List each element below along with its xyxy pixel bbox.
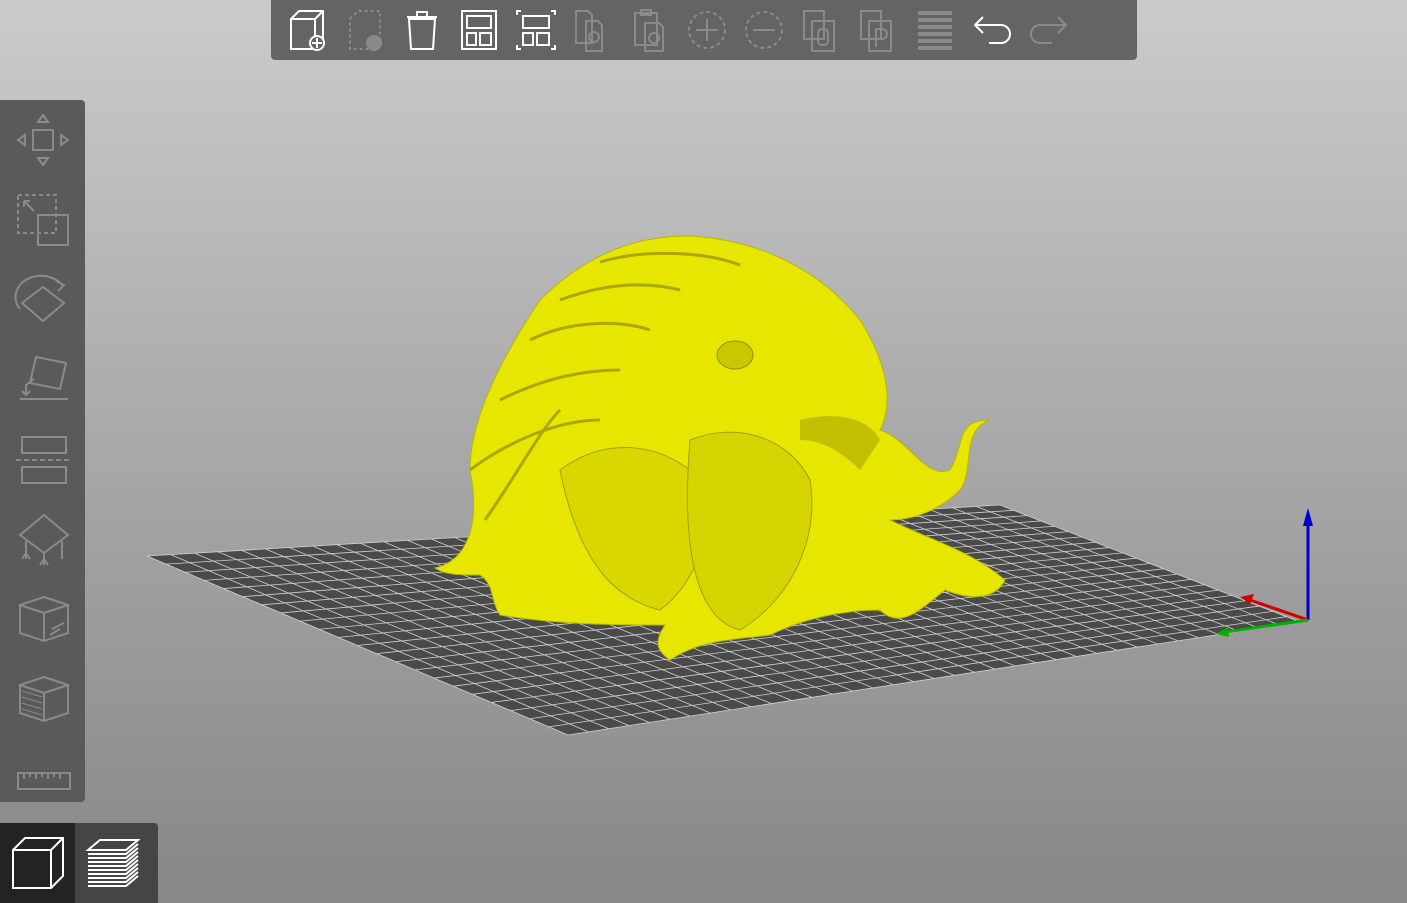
arrange-button[interactable] [450, 5, 507, 55]
support-points-button[interactable] [0, 500, 85, 580]
remove-instance-icon [741, 7, 787, 53]
fdm-supports-button[interactable] [0, 660, 85, 740]
undo-button[interactable] [963, 5, 1020, 55]
place-on-face-icon [12, 349, 74, 411]
copy-button[interactable] [564, 5, 621, 55]
view-toggle-bar [0, 823, 158, 903]
gizmo-toolbar [0, 100, 85, 802]
rotate-icon [12, 269, 74, 331]
3d-view-icon [7, 832, 69, 894]
move-icon [12, 109, 74, 171]
remove-instance-button[interactable] [735, 5, 792, 55]
scale-button[interactable] [0, 180, 85, 260]
split-objects-button[interactable] [792, 5, 849, 55]
measure-icon [12, 749, 74, 811]
scale-icon [12, 189, 74, 251]
preview-layers-button[interactable] [75, 823, 150, 903]
3d-model[interactable] [435, 236, 1005, 660]
cut-icon [12, 429, 74, 491]
arrange-selection-button[interactable] [507, 5, 564, 55]
paste-button[interactable] [621, 5, 678, 55]
seam-painting-button[interactable] [0, 580, 85, 660]
support-points-icon [12, 509, 74, 571]
undo-icon [969, 7, 1015, 53]
fdm-supports-icon [12, 669, 74, 731]
redo-button[interactable] [1020, 5, 1077, 55]
cut-button[interactable] [0, 420, 85, 500]
copy-icon [570, 7, 616, 53]
preview-layers-icon [82, 832, 144, 894]
layers-editing-button[interactable] [906, 5, 963, 55]
move-button[interactable] [0, 100, 85, 180]
rotate-button[interactable] [0, 260, 85, 340]
delete-all-icon [399, 7, 445, 53]
place-on-face-button[interactable] [0, 340, 85, 420]
delete-icon [342, 7, 388, 53]
seam-painting-icon [12, 589, 74, 651]
3d-view-button[interactable] [0, 823, 75, 903]
top-toolbar [271, 0, 1137, 60]
delete-all-button[interactable] [393, 5, 450, 55]
delete-button[interactable] [336, 5, 393, 55]
3d-viewport[interactable] [0, 0, 1407, 903]
split-parts-button[interactable] [849, 5, 906, 55]
add-button[interactable] [279, 5, 336, 55]
add-instance-icon [684, 7, 730, 53]
paste-icon [627, 7, 673, 53]
arrange-icon [456, 7, 502, 53]
axis-z-arrow [1303, 508, 1313, 526]
split-parts-icon [855, 7, 901, 53]
add-icon [285, 7, 331, 53]
arrange-selection-icon [513, 7, 559, 53]
measure-button[interactable] [0, 740, 85, 820]
layers-editing-icon [912, 7, 958, 53]
redo-icon [1026, 7, 1072, 53]
split-objects-icon [798, 7, 844, 53]
add-instance-button[interactable] [678, 5, 735, 55]
